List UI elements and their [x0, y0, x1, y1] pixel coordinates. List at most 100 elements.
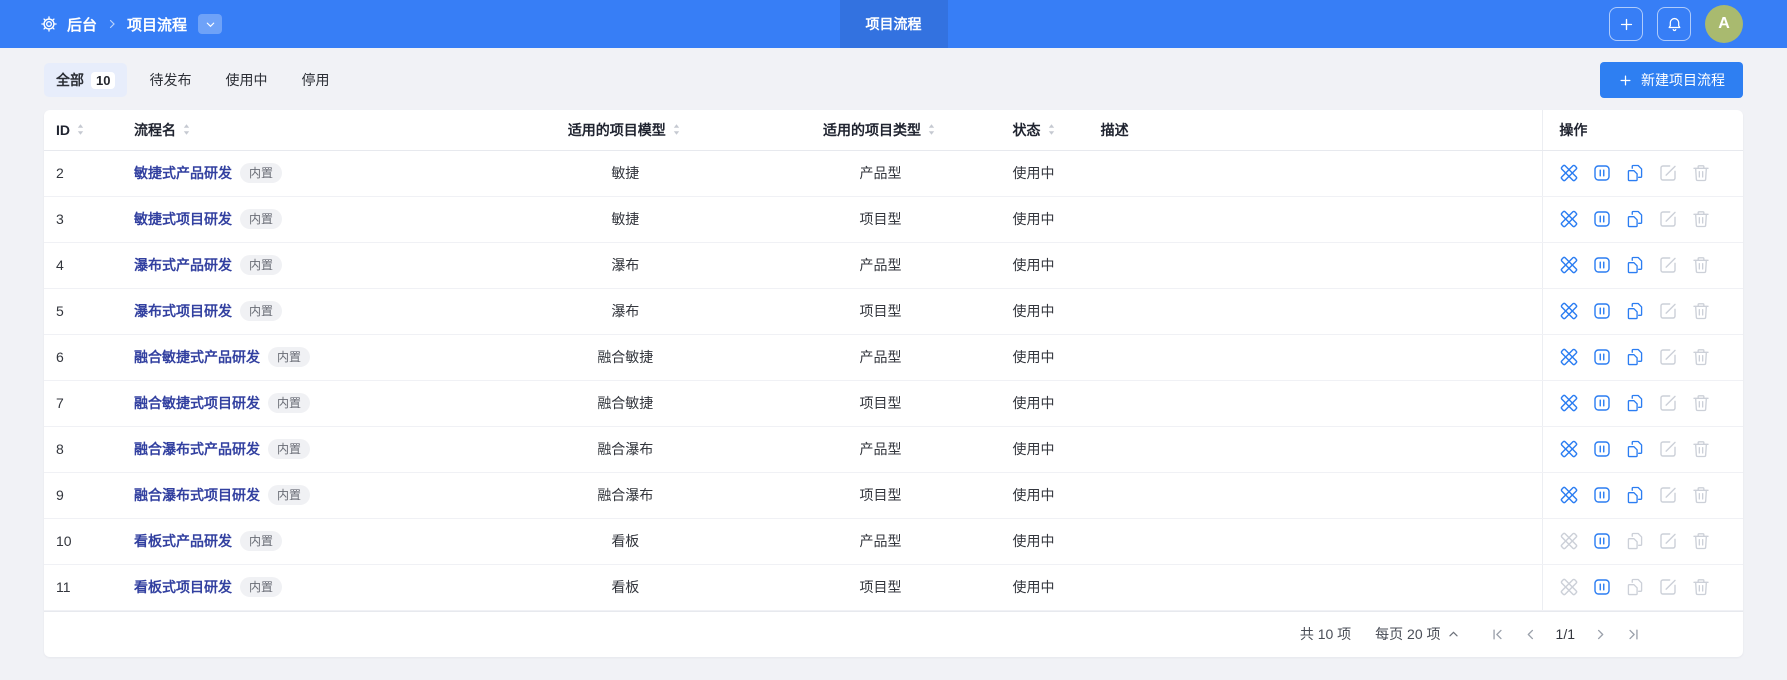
- sort-icon[interactable]: [176, 122, 193, 138]
- table-row: 3 敏捷式项目研发 内置 敏捷 项目型 使用中: [44, 196, 1743, 243]
- copy-icon[interactable]: [1625, 485, 1645, 505]
- copy-icon[interactable]: [1625, 439, 1645, 459]
- topbar: 后台 项目流程 项目流程 A: [0, 0, 1787, 48]
- copy-icon[interactable]: [1625, 347, 1645, 367]
- edit-icon: [1658, 301, 1678, 321]
- flow-name-link[interactable]: 瀑布式项目研发: [134, 303, 232, 319]
- filter-tab-0[interactable]: 全部 10: [44, 63, 128, 97]
- copy-icon[interactable]: [1625, 393, 1645, 413]
- design-icon: [1559, 577, 1579, 597]
- pause-icon[interactable]: [1592, 439, 1612, 459]
- first-page-button[interactable]: [1490, 627, 1505, 642]
- sort-icon[interactable]: [666, 122, 683, 138]
- gear-icon: [40, 15, 58, 33]
- column-header-desc: 描述: [1092, 110, 1543, 151]
- cell-model: 融合瀑布: [494, 426, 757, 473]
- flow-name-link[interactable]: 敏捷式项目研发: [134, 211, 232, 227]
- filter-tab-label: 全部: [56, 72, 84, 88]
- cell-type: 产品型: [756, 426, 1005, 473]
- pause-icon[interactable]: [1592, 163, 1612, 183]
- pause-icon[interactable]: [1592, 301, 1612, 321]
- next-page-button[interactable]: [1593, 627, 1608, 642]
- breadcrumb-current[interactable]: 项目流程: [127, 14, 187, 35]
- cell-actions: [1542, 518, 1743, 565]
- flow-name-link[interactable]: 融合敏捷式产品研发: [134, 349, 260, 365]
- tab-project-flow[interactable]: 项目流程: [839, 0, 948, 48]
- design-icon[interactable]: [1559, 393, 1579, 413]
- column-header-model[interactable]: 适用的项目模型: [494, 110, 757, 151]
- cell-name: 敏捷式产品研发 内置: [126, 150, 495, 197]
- flow-name-link[interactable]: 敏捷式产品研发: [134, 165, 232, 181]
- filter-tab-3[interactable]: 停用: [289, 63, 341, 97]
- sort-icon[interactable]: [70, 122, 87, 138]
- notification-button[interactable]: [1657, 7, 1691, 41]
- pause-icon[interactable]: [1592, 393, 1612, 413]
- cell-actions: [1542, 380, 1743, 427]
- edit-icon: [1658, 531, 1678, 551]
- pause-icon[interactable]: [1592, 485, 1612, 505]
- pause-icon[interactable]: [1592, 255, 1612, 275]
- flow-name-link[interactable]: 融合瀑布式项目研发: [134, 487, 260, 503]
- breadcrumb-dropdown-toggle[interactable]: [198, 14, 223, 34]
- design-icon[interactable]: [1559, 255, 1579, 275]
- cell-type: 项目型: [756, 380, 1005, 427]
- sort-icon[interactable]: [1041, 122, 1058, 138]
- copy-icon[interactable]: [1625, 209, 1645, 229]
- last-page-button[interactable]: [1626, 627, 1641, 642]
- total-count: 共 10 项: [1299, 626, 1352, 642]
- cell-type: 产品型: [756, 242, 1005, 289]
- filter-tab-count: 10: [91, 71, 116, 89]
- design-icon[interactable]: [1559, 347, 1579, 367]
- delete-icon: [1691, 485, 1711, 505]
- flow-name-link[interactable]: 融合敏捷式项目研发: [134, 395, 260, 411]
- breadcrumb-root[interactable]: 后台: [67, 14, 97, 35]
- column-header-name[interactable]: 流程名: [126, 110, 495, 151]
- copy-icon[interactable]: [1625, 163, 1645, 183]
- open-tabs-bar: 项目流程: [839, 0, 948, 48]
- flow-name-link[interactable]: 融合瀑布式产品研发: [134, 441, 260, 457]
- prev-page-button[interactable]: [1523, 627, 1538, 642]
- design-icon[interactable]: [1559, 163, 1579, 183]
- cell-status: 使用中: [1004, 242, 1093, 289]
- pause-icon[interactable]: [1592, 531, 1612, 551]
- filter-tab-1[interactable]: 待发布: [137, 63, 203, 97]
- column-header-id[interactable]: ID: [44, 110, 127, 151]
- design-icon[interactable]: [1559, 301, 1579, 321]
- cell-name: 瀑布式产品研发 内置: [126, 242, 495, 289]
- bell-icon: [1668, 17, 1680, 31]
- delete-icon: [1691, 301, 1711, 321]
- design-icon[interactable]: [1559, 439, 1579, 459]
- flow-name-link[interactable]: 看板式项目研发: [134, 579, 232, 595]
- builtin-badge: 内置: [268, 393, 311, 413]
- cell-actions: [1542, 472, 1743, 519]
- flow-name-link[interactable]: 看板式产品研发: [134, 533, 232, 549]
- edit-icon: [1658, 209, 1678, 229]
- column-header-type[interactable]: 适用的项目类型: [756, 110, 1005, 151]
- copy-icon[interactable]: [1625, 255, 1645, 275]
- cell-actions: [1542, 196, 1743, 243]
- cell-id: 4: [44, 242, 127, 289]
- per-page-select[interactable]: 每页 20 项: [1375, 624, 1459, 644]
- builtin-badge: 内置: [268, 347, 311, 367]
- pause-icon[interactable]: [1592, 347, 1612, 367]
- column-header-status[interactable]: 状态: [1004, 110, 1093, 151]
- filter-tab-2[interactable]: 使用中: [213, 63, 279, 97]
- design-icon[interactable]: [1559, 485, 1579, 505]
- delete-icon: [1691, 439, 1711, 459]
- flow-name-link[interactable]: 瀑布式产品研发: [134, 257, 232, 273]
- add-button[interactable]: [1609, 7, 1643, 41]
- create-flow-button[interactable]: 新建项目流程: [1600, 62, 1743, 98]
- pause-icon[interactable]: [1592, 577, 1612, 597]
- cell-status: 使用中: [1004, 196, 1093, 243]
- copy-icon[interactable]: [1625, 301, 1645, 321]
- sort-icon[interactable]: [921, 122, 938, 138]
- design-icon[interactable]: [1559, 209, 1579, 229]
- cell-id: 9: [44, 472, 127, 519]
- cell-desc: [1092, 564, 1543, 611]
- builtin-badge: 内置: [240, 255, 283, 275]
- cell-name: 敏捷式项目研发 内置: [126, 196, 495, 243]
- table-row: 2 敏捷式产品研发 内置 敏捷 产品型 使用中: [44, 150, 1743, 197]
- cell-name: 融合瀑布式项目研发 内置: [126, 472, 495, 519]
- pause-icon[interactable]: [1592, 209, 1612, 229]
- avatar[interactable]: A: [1705, 5, 1743, 43]
